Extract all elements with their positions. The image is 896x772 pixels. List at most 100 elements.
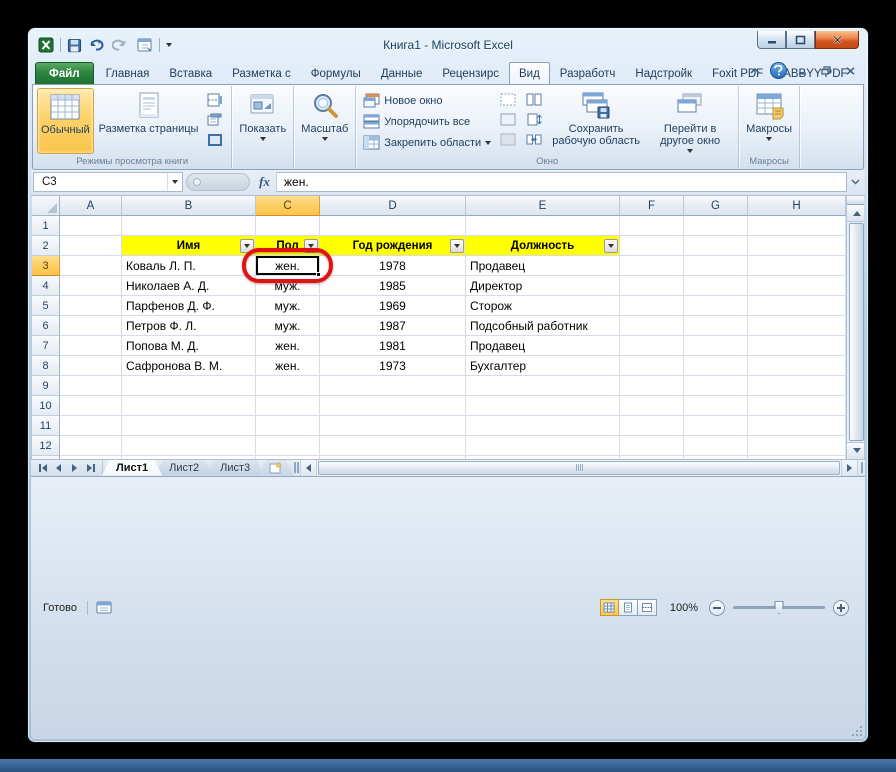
row-header-8[interactable]: 8 [32, 356, 60, 376]
row-header-7[interactable]: 7 [32, 336, 60, 356]
split-icon[interactable] [498, 91, 518, 108]
cell-C1[interactable] [256, 216, 320, 236]
sheet-tab-1[interactable]: Лист1 [102, 460, 162, 476]
zoom-slider[interactable] [733, 606, 825, 609]
column-header-A[interactable]: A [60, 196, 122, 216]
ribbon-tab-1[interactable]: Файл [35, 62, 94, 84]
cell-C5[interactable]: муж. [256, 296, 320, 316]
row-header-12[interactable]: 12 [32, 436, 60, 456]
cell-D3[interactable]: 1978 [320, 256, 466, 276]
ribbon-tab-4[interactable]: Разметка с [222, 62, 301, 84]
cell-E3[interactable]: Продавец [466, 256, 620, 276]
cell-F1[interactable] [620, 216, 684, 236]
cell-C13[interactable] [256, 456, 320, 459]
cell-A4[interactable] [60, 276, 122, 296]
column-header-G[interactable]: G [684, 196, 748, 216]
cell-B5[interactable]: Парфенов Д. Ф. [122, 296, 256, 316]
unhide-window-icon[interactable] [498, 131, 518, 148]
normal-view-shortcut[interactable] [600, 599, 619, 616]
vertical-split-handle[interactable] [847, 196, 864, 205]
cell-H6[interactable] [748, 316, 846, 336]
cell-E7[interactable]: Продавец [466, 336, 620, 356]
cell-A9[interactable] [60, 376, 122, 396]
cell-E5[interactable]: Сторож [466, 296, 620, 316]
vertical-scroll-thumb[interactable] [849, 223, 864, 441]
maximize-button[interactable] [786, 31, 815, 49]
save-workspace-button[interactable]: Сохранить рабочую область [548, 88, 644, 154]
page-layout-shortcut[interactable] [619, 599, 638, 616]
formula-bar-expand-icon[interactable] [847, 172, 863, 192]
cell-A5[interactable] [60, 296, 122, 316]
window-split-handle[interactable] [858, 460, 865, 476]
page-break-preview-icon[interactable] [205, 91, 225, 108]
cell-C3[interactable]: жен. [256, 256, 320, 276]
page-layout-button[interactable]: Разметка страницы [96, 88, 202, 154]
ribbon-tab-7[interactable]: Рецензирс [432, 62, 509, 84]
hide-window-icon[interactable] [498, 111, 518, 128]
cell-G12[interactable] [684, 436, 748, 456]
cell-A2[interactable] [60, 236, 122, 256]
column-header-H[interactable]: H [748, 196, 846, 216]
cell-H5[interactable] [748, 296, 846, 316]
cell-G9[interactable] [684, 376, 748, 396]
cell-A10[interactable] [60, 396, 122, 416]
cell-C2[interactable]: Пол [256, 236, 320, 256]
view-side-by-side-icon[interactable] [524, 91, 544, 108]
cell-C7[interactable]: жен. [256, 336, 320, 356]
sheet-tab-2[interactable]: Лист2 [155, 460, 213, 476]
row-header-5[interactable]: 5 [32, 296, 60, 316]
scroll-down-button[interactable] [847, 442, 864, 459]
column-header-E[interactable]: E [466, 196, 620, 216]
cell-E9[interactable] [466, 376, 620, 396]
cell-D7[interactable]: 1981 [320, 336, 466, 356]
row-header-10[interactable]: 10 [32, 396, 60, 416]
cell-A11[interactable] [60, 416, 122, 436]
save-button[interactable] [66, 36, 83, 54]
macros-button[interactable]: Макросы [743, 88, 795, 154]
ribbon-tab-9[interactable]: Разработч [550, 62, 626, 84]
filter-button-B2[interactable] [240, 239, 254, 253]
cell-E2[interactable]: Должность [466, 236, 620, 256]
select-all-corner[interactable] [32, 196, 60, 216]
cell-G4[interactable] [684, 276, 748, 296]
cell-E11[interactable] [466, 416, 620, 436]
cell-G8[interactable] [684, 356, 748, 376]
cell-G11[interactable] [684, 416, 748, 436]
macro-record-icon[interactable] [96, 601, 112, 614]
cell-C4[interactable]: муж. [256, 276, 320, 296]
cell-G2[interactable] [684, 236, 748, 256]
cell-H9[interactable] [748, 376, 846, 396]
horizontal-scrollbar[interactable] [317, 460, 841, 476]
normal-view-button[interactable]: Обычный [37, 88, 94, 154]
row-header-4[interactable]: 4 [32, 276, 60, 296]
ribbon-tab-3[interactable]: Вставка [159, 62, 222, 84]
switch-window-button[interactable]: Перейти в другое окно [646, 88, 734, 154]
sheet-tab-3[interactable]: Лист3 [206, 460, 264, 476]
cell-B8[interactable]: Сафронова В. М. [122, 356, 256, 376]
cell-B2[interactable]: Имя [122, 236, 256, 256]
cell-G5[interactable] [684, 296, 748, 316]
cell-D12[interactable] [320, 436, 466, 456]
undo-button[interactable] [86, 36, 108, 54]
first-sheet-button[interactable] [35, 461, 50, 474]
filter-button-D2[interactable] [450, 239, 464, 253]
cell-C9[interactable] [256, 376, 320, 396]
column-header-D[interactable]: D [320, 196, 466, 216]
arrange-all-button[interactable]: Упорядочить все [360, 111, 494, 132]
ribbon-tab-6[interactable]: Данные [371, 62, 433, 84]
cell-F9[interactable] [620, 376, 684, 396]
name-box-dropdown-icon[interactable] [167, 173, 182, 191]
zoom-slider-thumb[interactable] [775, 601, 784, 614]
switch-windows-icon[interactable] [136, 36, 154, 54]
filter-button-E2[interactable] [604, 239, 618, 253]
cell-B6[interactable]: Петров Ф. Л. [122, 316, 256, 336]
cell-A7[interactable] [60, 336, 122, 356]
cell-F6[interactable] [620, 316, 684, 336]
zoom-dropdown-button[interactable]: Масштаб [298, 88, 351, 154]
cell-B1[interactable] [122, 216, 256, 236]
cell-H12[interactable] [748, 436, 846, 456]
cell-D8[interactable]: 1973 [320, 356, 466, 376]
cell-C8[interactable]: жен. [256, 356, 320, 376]
cell-D2[interactable]: Год рождения [320, 236, 466, 256]
previous-sheet-button[interactable] [51, 461, 66, 474]
